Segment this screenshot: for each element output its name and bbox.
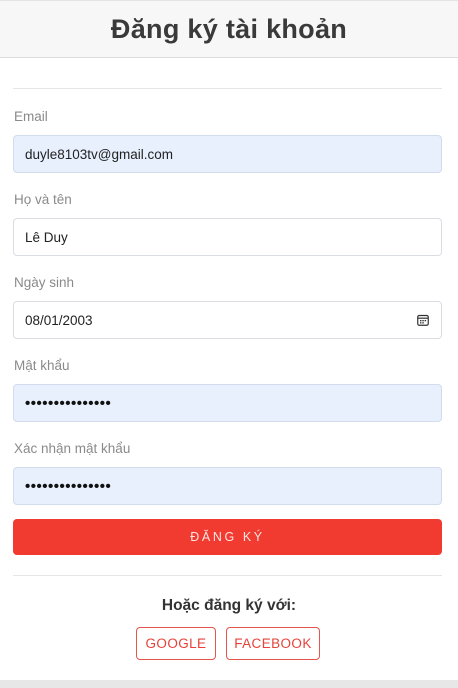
page-header: Đăng ký tài khoản [0, 0, 458, 58]
register-page: Đăng ký tài khoản Email duyle8103tv@gmai… [0, 0, 458, 688]
google-button[interactable]: GOOGLE [136, 627, 216, 660]
fullname-value: Lê Duy [25, 229, 68, 245]
email-field[interactable]: duyle8103tv@gmail.com [13, 135, 442, 173]
register-button[interactable]: ĐĂNG KÝ [13, 519, 442, 555]
email-label: Email [14, 109, 48, 124]
bottom-divider [13, 575, 442, 576]
password-field[interactable]: ••••••••••••••• [13, 384, 442, 422]
facebook-button[interactable]: FACEBOOK [226, 627, 320, 660]
bottom-bar [0, 680, 458, 688]
password-value: ••••••••••••••• [25, 394, 112, 412]
page-title: Đăng ký tài khoản [110, 13, 348, 44]
fullname-label: Họ và tên [14, 192, 72, 207]
confirm-password-value: ••••••••••••••• [25, 477, 112, 495]
top-divider [13, 88, 442, 89]
birthday-field[interactable]: 08/01/2003 [13, 301, 442, 339]
confirm-password-label: Xác nhận mật khẩu [14, 441, 131, 456]
birthday-value: 08/01/2003 [25, 312, 93, 328]
social-heading: Hoặc đăng ký với: [161, 597, 297, 614]
fullname-field[interactable]: Lê Duy [13, 218, 442, 256]
confirm-password-field[interactable]: ••••••••••••••• [13, 467, 442, 505]
calendar-icon[interactable] [416, 313, 430, 327]
email-value: duyle8103tv@gmail.com [25, 146, 174, 162]
password-label: Mật khẩu [14, 358, 70, 373]
birthday-label: Ngày sinh [14, 275, 75, 290]
